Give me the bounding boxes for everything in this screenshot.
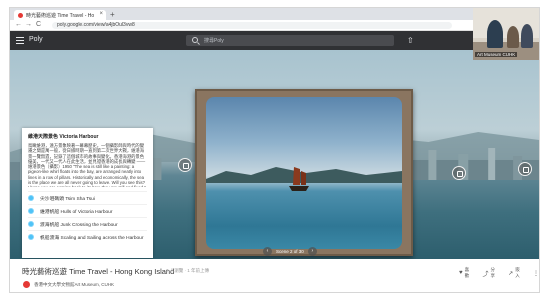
hotspot-far-right-icon[interactable] [518, 162, 532, 176]
scene-item-label: 維港帆船 Hulls of Victoria Harbour [40, 209, 113, 215]
author-name[interactable]: 香港中文大學文物館Art Museum, CUHK [34, 282, 114, 288]
browser-window: 時光藝術巡遊 Time Travel - Ho × + ← → C poly.g… [9, 7, 540, 293]
back-arrow-icon[interactable]: ← [15, 21, 22, 28]
video-call-label: Art Museum CUHK [475, 52, 518, 57]
junk-boat [289, 167, 309, 191]
new-tab-button[interactable]: + [110, 10, 115, 19]
scene-list: 尖沙咀碼頭 Tsim Sha Tsui 維港帆船 Hulls of Victor… [28, 191, 147, 243]
author-avatar[interactable] [23, 281, 30, 288]
video-call-overlay: Art Museum CUHK [473, 8, 539, 60]
like-button[interactable]: ♥ 喜歡 [459, 267, 472, 279]
hotspot-right-icon[interactable] [452, 166, 466, 180]
more-options-button[interactable]: ⋮ [533, 267, 539, 279]
browser-tab[interactable]: 時光藝術巡遊 Time Travel - Ho × [14, 10, 106, 20]
list-item[interactable]: 尖沙咀碼頭 Tsim Sha Tsui [28, 191, 147, 204]
embed-icon: ↗ [508, 270, 514, 277]
scene-item-label: 渡海帆船 Junk Crossing the Harbour [40, 222, 118, 228]
like-label: 喜歡 [464, 267, 470, 278]
browser-tab-bar: 時光藝術巡遊 Time Travel - Ho × + [10, 8, 539, 20]
scene-pager: ‹ Scene 2 of 30 › [263, 246, 317, 256]
tour-title: 時光藝術巡遊 Time Travel - Hong Kong Island [22, 267, 175, 276]
poly-logo[interactable]: Poly [29, 36, 43, 43]
list-item[interactable]: 維港帆船 Hulls of Victoria Harbour [28, 204, 147, 217]
historic-photo-frame [195, 89, 413, 256]
participant [507, 26, 519, 48]
more-vert-icon: ⋮ [532, 270, 539, 277]
participant [487, 20, 503, 48]
share-button[interactable]: ⤴ 分享 [482, 267, 498, 279]
scene-item-label: 帆船渡海 Scaling and Sailing across the Harb… [40, 235, 144, 241]
participant [521, 24, 533, 48]
search-input[interactable]: 搜尋Poly [204, 37, 224, 44]
embed-label: 嵌入 [515, 267, 520, 278]
poly-header: Poly 搜尋Poly ⇧ [10, 31, 539, 50]
scene-description: 鳥瞰維港，遠方景象映著一幕幕歷史。一個攝影師與時代的變遷之間是萬一般，從日據時期… [28, 143, 146, 187]
search-icon [192, 37, 198, 43]
hotspot-left-icon[interactable] [178, 158, 192, 172]
tour-meta: 7 人瀏覽 · 1 年前上傳 [166, 268, 210, 273]
scene-marker-icon [28, 234, 34, 240]
scene-title: 維港天際景色 Victoria Harbour [28, 134, 99, 140]
scene-counter: Scene 2 of 30 [276, 248, 304, 254]
poly-favicon-icon [18, 12, 23, 18]
address-bar: ← → C poly.google.com/view/a4jbOul3vw8 [10, 20, 539, 31]
action-bar: ♥ 喜歡 ⤴ 分享 ↗ 嵌入 ⋮ [459, 267, 539, 279]
tab-title: 時光藝術巡遊 Time Travel - Ho [26, 12, 95, 19]
forward-arrow-icon[interactable]: → [25, 21, 32, 28]
scene-info-panel: 維港天際景色 Victoria Harbour 鳥瞰維港，遠方景象映著一幕幕歷史… [22, 128, 153, 258]
list-item[interactable]: 渡海帆船 Junk Crossing the Harbour [28, 217, 147, 230]
hamburger-menu-icon[interactable] [16, 37, 24, 44]
scene-marker-icon [28, 208, 34, 214]
tab-close-icon[interactable]: × [99, 11, 103, 17]
search-box[interactable]: 搜尋Poly [186, 35, 394, 46]
share-label: 分享 [490, 267, 495, 278]
share-icon: ⤴ [482, 271, 489, 278]
heart-icon: ♥ [459, 270, 463, 276]
upload-icon[interactable]: ⇧ [407, 36, 414, 45]
tour-footer: 時光藝術巡遊 Time Travel - Hong Kong Island 7 … [10, 259, 539, 292]
url-field[interactable]: poly.google.com/view/a4jbOul3vw8 [52, 22, 452, 29]
scene-item-label: 尖沙咀碼頭 Tsim Sha Tsui [40, 196, 95, 202]
prev-scene-button[interactable]: ‹ [263, 246, 272, 256]
scene-marker-icon [28, 195, 34, 201]
list-item[interactable]: 帆船渡海 Scaling and Sailing across the Harb… [28, 230, 147, 243]
scene-marker-icon [28, 221, 34, 227]
next-scene-button[interactable]: › [307, 246, 317, 256]
reload-icon[interactable]: C [36, 21, 41, 28]
tour-viewer[interactable]: 維港天際景色 Victoria Harbour 鳥瞰維港，遠方景象映著一幕幕歷史… [10, 50, 539, 259]
embed-button[interactable]: ↗ 嵌入 [508, 267, 523, 279]
historic-photo [206, 97, 402, 249]
